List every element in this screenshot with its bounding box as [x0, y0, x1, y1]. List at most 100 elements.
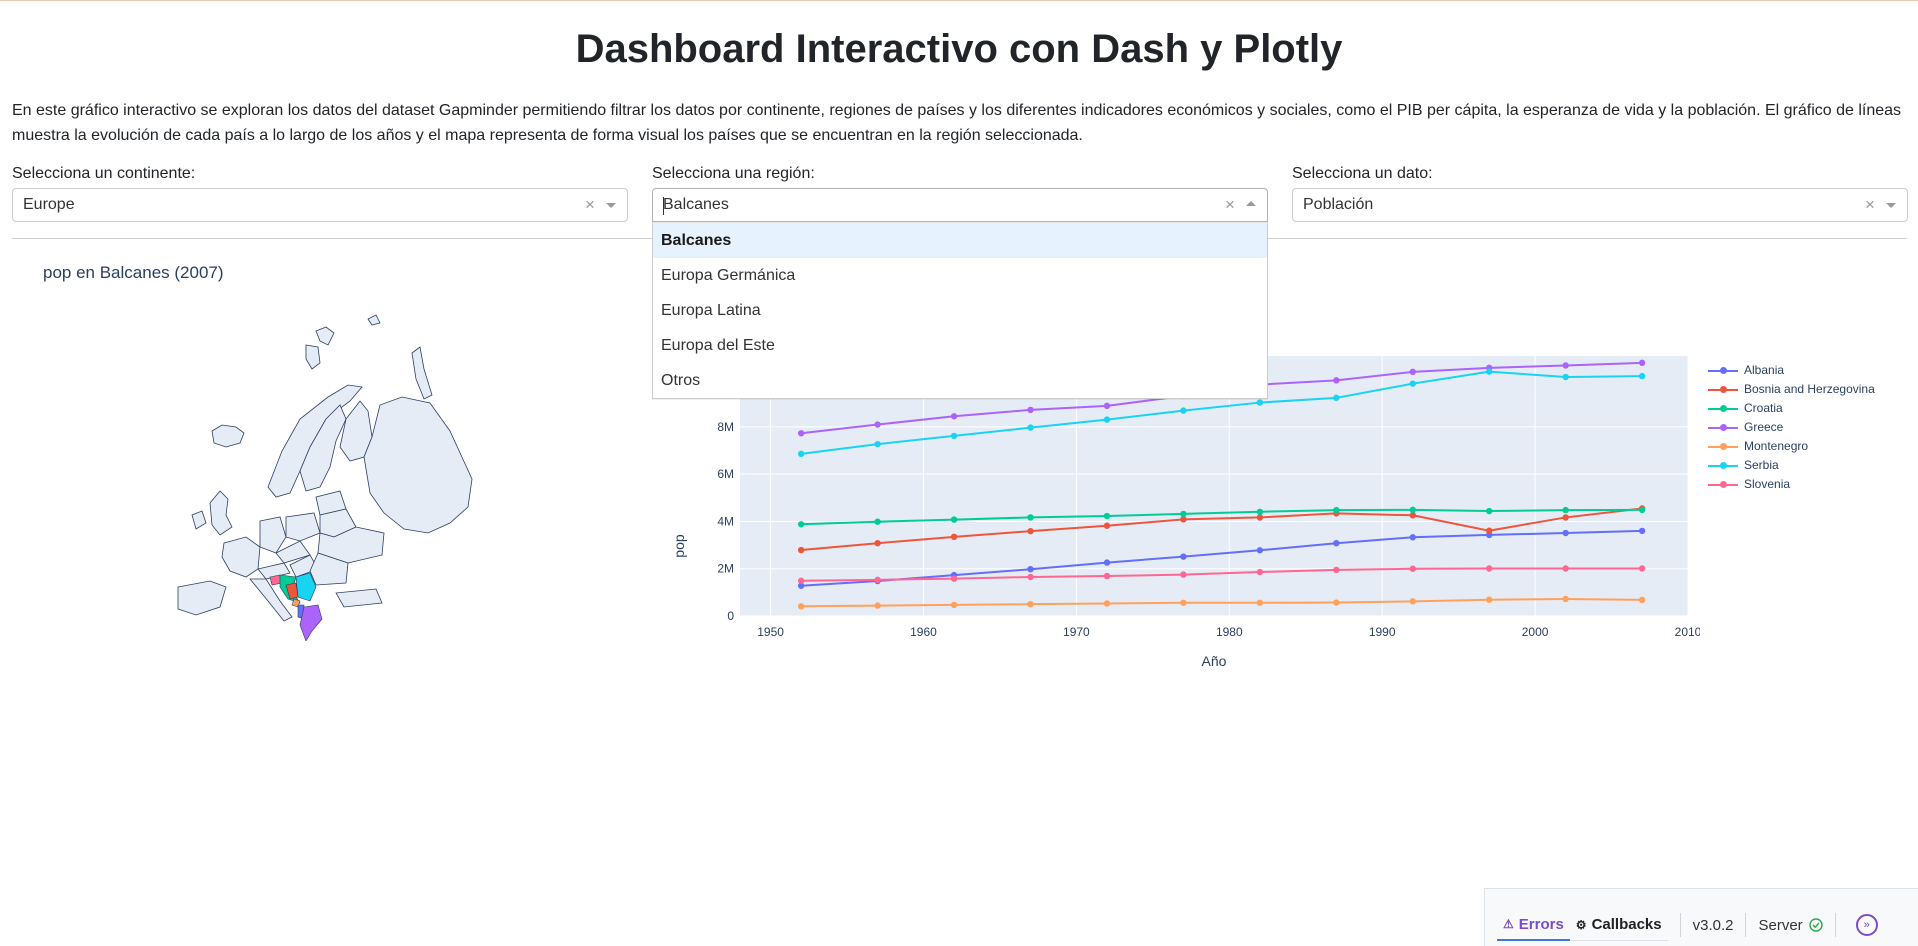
- data-point: [1256, 508, 1264, 515]
- region-dropdown[interactable]: Balcanes ×: [652, 188, 1268, 222]
- legend-item[interactable]: Croatia: [1708, 399, 1875, 418]
- continent-chevron-down-icon[interactable]: [606, 203, 616, 208]
- callbacks-tab[interactable]: ⚙ Callbacks: [1569, 910, 1668, 941]
- x-tick-label: 1950: [757, 625, 784, 639]
- region-clear-icon[interactable]: ×: [1223, 189, 1237, 221]
- data-point: [950, 601, 958, 609]
- region-option[interactable]: Europa Latina: [653, 293, 1267, 328]
- continent-dropdown[interactable]: Europe ×: [12, 188, 628, 222]
- map-country-germany: [259, 516, 287, 554]
- map-country-france: [221, 536, 261, 578]
- legend-item[interactable]: Slovenia: [1708, 475, 1875, 494]
- data-point: [797, 430, 805, 437]
- devtools-separator-3: [1834, 913, 1836, 937]
- data-point: [1256, 514, 1264, 521]
- legend-label: Bosnia and Herzegovina: [1744, 382, 1875, 396]
- indicator-dropdown[interactable]: Población ×: [1292, 188, 1908, 222]
- data-point: [874, 540, 881, 547]
- europe-choropleth-map[interactable]: [150, 301, 510, 641]
- data-point: [1638, 506, 1646, 514]
- data-point: [1333, 394, 1340, 402]
- x-tick-label: 1990: [1369, 625, 1396, 639]
- devtools-separator-2: [1745, 913, 1747, 937]
- data-point: [1638, 527, 1646, 535]
- data-point: [950, 516, 958, 523]
- data-point: [874, 421, 881, 428]
- region-option[interactable]: Otros: [653, 363, 1267, 398]
- data-point: [1333, 566, 1340, 574]
- data-point: [1333, 540, 1340, 547]
- legend-item[interactable]: Bosnia and Herzegovina: [1708, 380, 1875, 399]
- data-point: [1256, 547, 1264, 554]
- legend-item[interactable]: Greece: [1708, 418, 1875, 437]
- legend-marker: [1720, 386, 1727, 393]
- map-country-iceland: [211, 424, 245, 448]
- legend-label: Albania: [1744, 363, 1785, 377]
- data-point: [1562, 373, 1569, 381]
- data-point: [1409, 380, 1416, 387]
- map-country-ireland: [191, 510, 207, 530]
- data-point: [1103, 572, 1111, 580]
- data-point: [1103, 402, 1111, 410]
- data-point: [874, 602, 881, 609]
- legend-label: Montenegro: [1744, 439, 1809, 453]
- data-point: [1486, 507, 1493, 515]
- data-point: [1409, 368, 1416, 376]
- data-point: [1027, 573, 1034, 581]
- data-point: [1027, 527, 1034, 535]
- errors-tab[interactable]: ⚠ Errors: [1497, 909, 1570, 941]
- data-point: [1180, 510, 1187, 518]
- legend-label: Greece: [1744, 420, 1784, 434]
- data-point: [1409, 598, 1416, 605]
- data-point: [1562, 506, 1569, 514]
- legend-label: Serbia: [1744, 458, 1779, 472]
- legend-marker: [1720, 367, 1727, 374]
- x-tick-label: 2000: [1522, 625, 1549, 639]
- data-point: [874, 576, 881, 584]
- chart-legend: Albania Bosnia and Herzegovina Croatia Gree…: [1708, 361, 1875, 494]
- data-point: [797, 546, 805, 554]
- data-point: [1027, 424, 1034, 431]
- data-point: [874, 440, 881, 448]
- data-point: [1180, 571, 1187, 578]
- expand-devtools-icon[interactable]: »: [1855, 914, 1878, 936]
- legend-item[interactable]: Serbia: [1708, 456, 1875, 475]
- data-point: [1333, 377, 1340, 384]
- region-control: Selecciona una región: Balcanes ×: [652, 163, 1268, 222]
- x-tick-label: 1970: [1063, 625, 1090, 639]
- data-point: [1562, 529, 1569, 537]
- data-point: [797, 450, 805, 458]
- callbacks-icon: ⚙: [1575, 917, 1587, 932]
- x-tick-label: 1960: [910, 625, 937, 639]
- devtools-separator: [1679, 913, 1681, 937]
- region-option[interactable]: Europa del Este: [653, 328, 1267, 363]
- callbacks-tab-label: Callbacks: [1591, 916, 1662, 933]
- region-option[interactable]: Europa Germánica: [653, 258, 1267, 293]
- y-tick-label: 0: [727, 609, 734, 623]
- legend-label: Croatia: [1744, 401, 1783, 415]
- region-chevron-up-icon[interactable]: [1246, 201, 1256, 206]
- continent-clear-icon[interactable]: ×: [583, 189, 597, 221]
- legend-item[interactable]: Montenegro: [1708, 437, 1875, 456]
- data-point: [1103, 559, 1111, 566]
- map-country-greece: [299, 604, 323, 641]
- server-status-check-icon: [1808, 918, 1823, 932]
- data-point: [1638, 359, 1646, 367]
- errors-tab-label: Errors: [1518, 915, 1564, 933]
- indicator-chevron-down-icon[interactable]: [1886, 203, 1896, 208]
- data-point: [1103, 512, 1111, 520]
- data-point: [1180, 407, 1187, 414]
- page-description: En este gráfico interactivo se exploran …: [12, 102, 1902, 144]
- region-option[interactable]: Balcanes: [653, 223, 1267, 258]
- indicator-control: Selecciona un dato: Población ×: [1292, 163, 1908, 222]
- indicator-clear-icon[interactable]: ×: [1863, 189, 1877, 221]
- legend-item[interactable]: Albania: [1708, 361, 1875, 380]
- data-point: [874, 518, 881, 525]
- data-point: [1486, 565, 1493, 572]
- data-point: [1486, 368, 1493, 375]
- data-point: [1103, 416, 1111, 423]
- y-tick-label: 2M: [717, 562, 734, 576]
- data-point: [1027, 600, 1034, 608]
- map-country-spain: [177, 580, 227, 616]
- data-point: [1256, 399, 1264, 406]
